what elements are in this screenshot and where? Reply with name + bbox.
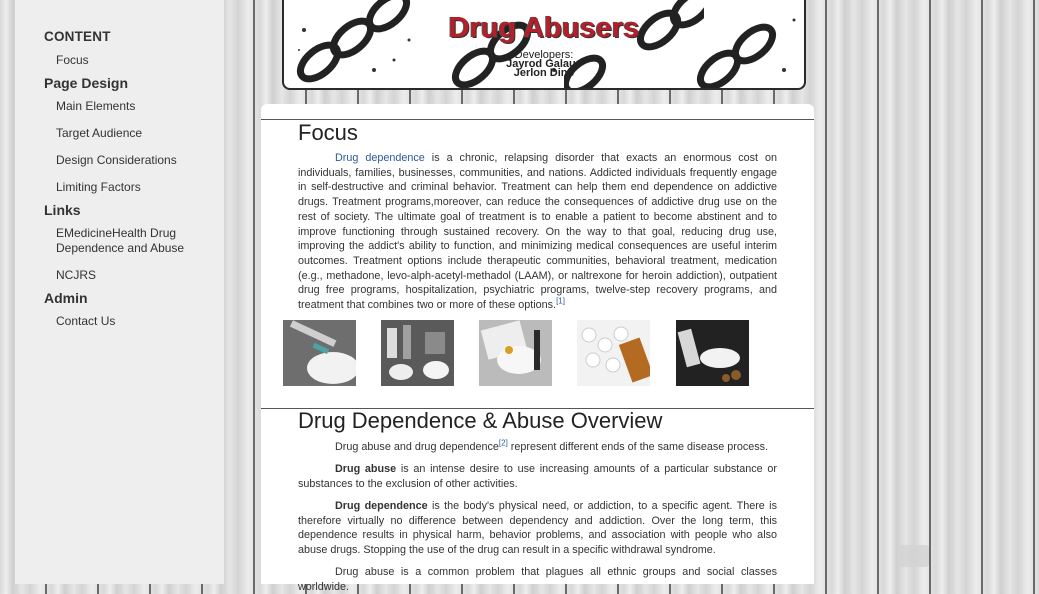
banner-developers: Developers: Jayrod Galaus Jerlon Dino	[284, 50, 804, 79]
developer-name-2: Jerlon Dino	[513, 67, 575, 79]
drugs-table-image	[676, 320, 749, 386]
focus-heading: Focus	[298, 120, 358, 145]
sidebar-item-focus[interactable]: Focus	[56, 53, 216, 68]
sidebar-item-ncjrs-link[interactable]: NCJRS	[56, 268, 216, 283]
sidebar-item-design-considerations[interactable]: Design Considerations	[56, 153, 216, 168]
pills-image	[577, 320, 650, 386]
sidebar-heading-links: Links	[44, 202, 81, 218]
overview-paragraph-3: Drug dependence is the body's physical n…	[298, 499, 777, 558]
watermark-icon	[900, 545, 929, 567]
overview-paragraph-1: Drug abuse and drug dependence[2] repres…	[298, 438, 777, 455]
overview-p1-text: Drug abuse and drug dependence	[335, 441, 499, 453]
drug-abuse-term: Drug abuse	[335, 463, 397, 475]
overview-paragraph-2: Drug abuse is an intense desire to use i…	[298, 462, 777, 491]
syringe-image	[283, 320, 356, 386]
sidebar-heading-content: CONTENT	[44, 29, 111, 44]
overview-heading: Drug Dependence & Abuse Overview	[298, 408, 663, 433]
sidebar-item-contact-us[interactable]: Contact Us	[56, 314, 216, 329]
overview-p1-rest: represent different ends of the same dis…	[507, 441, 769, 453]
drug-dependence-link[interactable]: Drug dependence	[335, 152, 425, 164]
footnote-1-link[interactable]: [1]	[556, 296, 565, 305]
header-banner: Drug Abusers Developers: Jayrod Galaus J…	[282, 0, 806, 90]
sidebar-nav: CONTENT Focus Page Design Main Elements …	[15, 0, 225, 584]
focus-body-text: is a chronic, relapsing disorder that ex…	[298, 152, 777, 312]
sidebar-heading-admin: Admin	[44, 290, 88, 306]
sidebar-item-target-audience[interactable]: Target Audience	[56, 126, 216, 141]
banner-title: Drug Abusers	[448, 12, 640, 44]
sidebar-heading-page-design: Page Design	[44, 75, 129, 91]
drug-dependence-term: Drug dependence	[335, 500, 428, 512]
powder-drugs-image	[479, 320, 552, 386]
main-content: Focus Drug dependence is a chronic, rela…	[261, 104, 814, 593]
sidebar-item-emedicine-link[interactable]: EMedicineHealth Drug Dependence and Abus…	[56, 226, 216, 256]
drug-paraphernalia-image	[381, 320, 454, 386]
sidebar-item-main-elements[interactable]: Main Elements	[56, 99, 216, 114]
overview-paragraph-4: Drug abuse is a common problem that plag…	[298, 565, 777, 594]
overview-p4-text: Drug abuse is a common problem that plag…	[298, 566, 777, 593]
sidebar-item-limiting-factors[interactable]: Limiting Factors	[56, 180, 216, 195]
focus-paragraph: Drug dependence is a chronic, relapsing …	[298, 151, 777, 313]
footnote-2-link[interactable]: [2]	[499, 438, 508, 447]
